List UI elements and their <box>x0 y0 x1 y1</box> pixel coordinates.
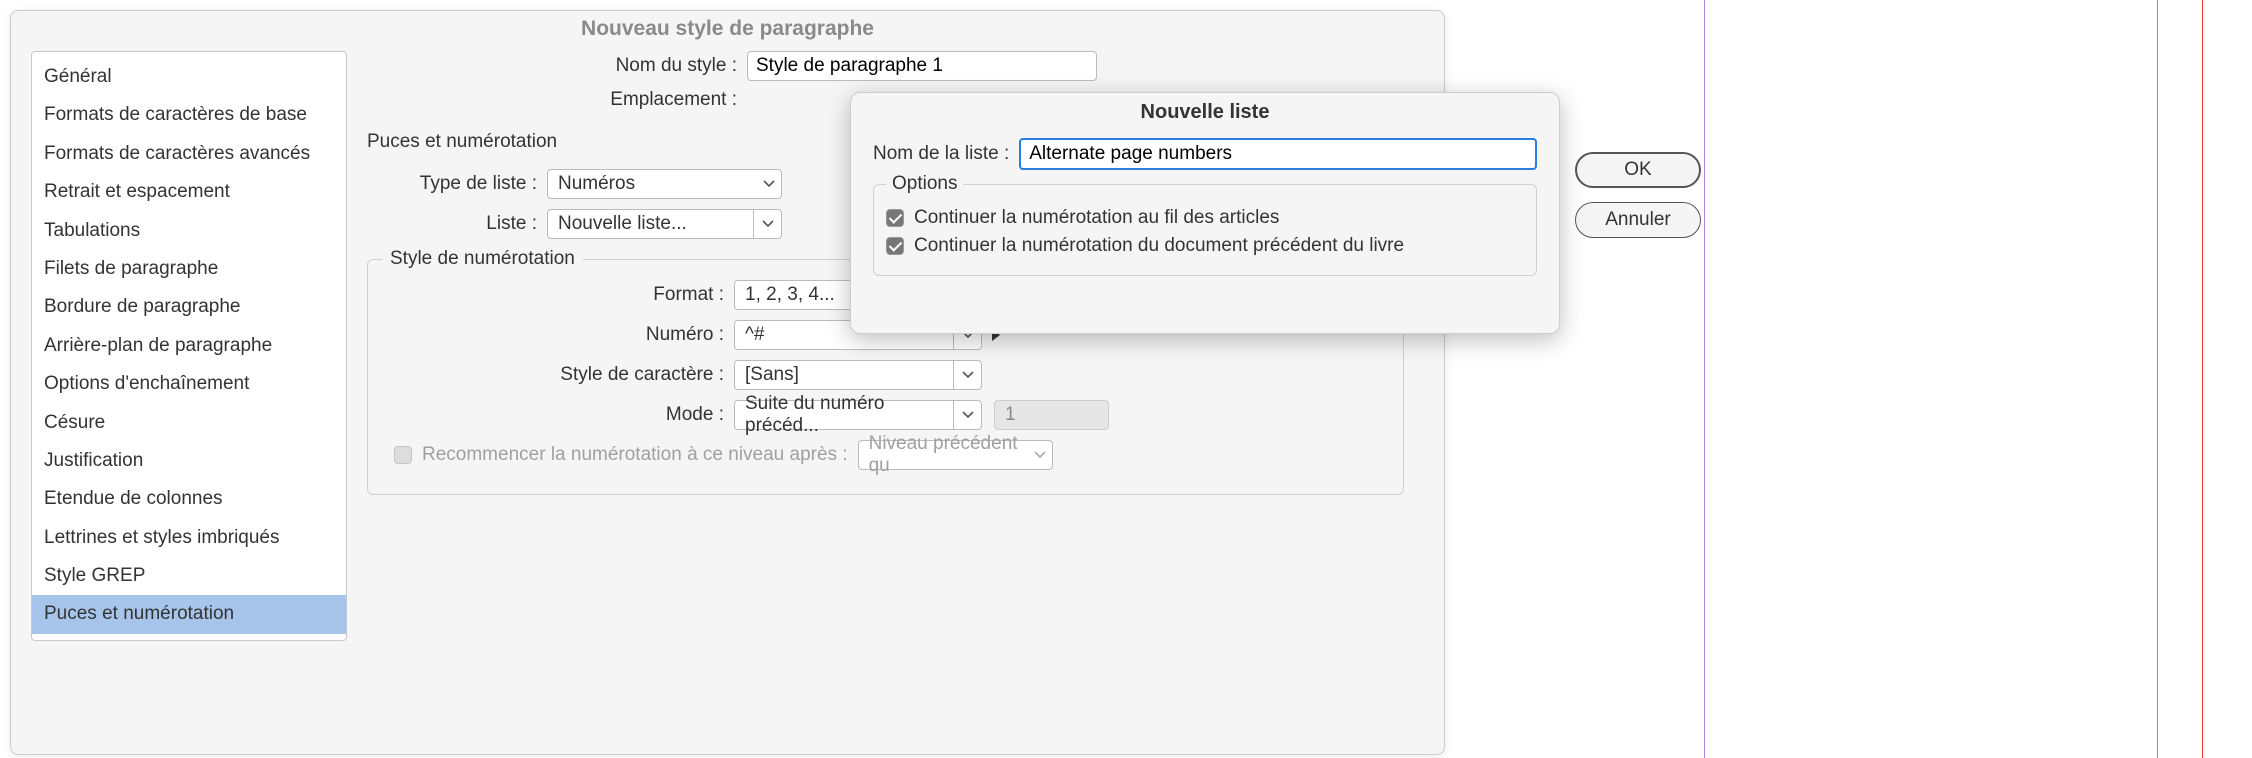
sidebar-item-paragraph-border[interactable]: Bordure de paragraphe <box>32 288 346 326</box>
sidebar-item-indents-spacing[interactable]: Retrait et espacement <box>32 173 346 211</box>
sidebar-item-span-columns[interactable]: Etendue de colonnes <box>32 480 346 518</box>
sidebar-item-paragraph-rules[interactable]: Filets de paragraphe <box>32 250 346 288</box>
guide-line <box>1704 0 1705 758</box>
cancel-button[interactable]: Annuler <box>1575 202 1701 238</box>
list-name-label: Nom de la liste : <box>873 143 1019 165</box>
chevron-down-icon <box>753 210 781 238</box>
bleed-line <box>2202 0 2203 758</box>
list-value: Nouvelle liste... <box>548 213 753 235</box>
sidebar-item-drop-caps[interactable]: Lettrines et styles imbriqués <box>32 519 346 557</box>
mode-label: Mode : <box>382 404 734 426</box>
sidebar-item-hyphenation[interactable]: Césure <box>32 404 346 442</box>
options-legend: Options <box>886 173 963 195</box>
continue-across-stories-checkbox[interactable] <box>886 209 904 227</box>
continue-from-prev-doc-label: Continuer la numérotation du document pr… <box>914 235 1404 257</box>
format-label: Format : <box>382 284 734 306</box>
mode-value: Suite du numéro précéd... <box>735 393 953 437</box>
sidebar-item-grep-style[interactable]: Style GREP <box>32 557 346 595</box>
document-background <box>1662 0 2252 758</box>
style-name-input[interactable] <box>747 51 1097 81</box>
chevron-down-icon <box>953 361 981 389</box>
dialog-title: Nouveau style de paragraphe <box>11 11 1444 51</box>
format-value: 1, 2, 3, 4... <box>745 284 835 306</box>
char-style-dropdown[interactable]: [Sans] <box>734 360 982 390</box>
char-style-value: [Sans] <box>735 364 953 386</box>
options-fieldset: Options Continuer la numérotation au fil… <box>873 184 1537 276</box>
mode-dropdown[interactable]: Suite du numéro précéd... <box>734 400 982 430</box>
chevron-down-icon <box>953 401 981 429</box>
restart-numbering-checkbox <box>394 446 412 464</box>
restart-numbering-label: Recommencer la numérotation à ce niveau … <box>422 444 858 466</box>
sidebar-item-paragraph-shading[interactable]: Arrière-plan de paragraphe <box>32 327 346 365</box>
style-name-label: Nom du style : <box>367 55 747 77</box>
restart-level-value: Niveau précédent qu <box>869 433 1026 477</box>
sidebar-item-keep-options[interactable]: Options d'enchaînement <box>32 365 346 403</box>
new-list-dialog: Nouvelle liste Nom de la liste : Options… <box>850 92 1560 334</box>
ok-button[interactable]: OK <box>1575 152 1701 188</box>
list-type-value: Numéros <box>558 173 635 195</box>
number-label: Numéro : <box>382 324 734 346</box>
list-dropdown[interactable]: Nouvelle liste... <box>547 209 782 239</box>
list-label: Liste : <box>367 213 547 235</box>
char-style-label: Style de caractère : <box>382 364 734 386</box>
sidebar-item-general[interactable]: Général <box>32 58 346 96</box>
category-sidebar: Général Formats de caractères de base Fo… <box>31 51 347 641</box>
sidebar-item-justification[interactable]: Justification <box>32 442 346 480</box>
sidebar-item-basic-char-formats[interactable]: Formats de caractères de base <box>32 96 346 134</box>
new-list-title: Nouvelle liste <box>851 93 1559 138</box>
sidebar-item-tabs[interactable]: Tabulations <box>32 212 346 250</box>
chevron-down-icon <box>1026 451 1046 459</box>
numbering-style-legend: Style de numérotation <box>382 248 583 270</box>
continue-from-prev-doc-checkbox[interactable] <box>886 237 904 255</box>
chevron-down-icon <box>755 180 775 188</box>
guide-line <box>2157 0 2158 758</box>
location-label: Emplacement : <box>367 89 747 111</box>
list-type-dropdown[interactable]: Numéros <box>547 169 782 199</box>
restart-level-dropdown: Niveau précédent qu <box>858 440 1053 470</box>
start-at-input: 1 <box>994 400 1109 430</box>
dialog-button-column: OK Annuler <box>1575 152 1701 252</box>
sidebar-item-adv-char-formats[interactable]: Formats de caractères avancés <box>32 135 346 173</box>
list-type-label: Type de liste : <box>367 173 547 195</box>
sidebar-item-bullets-numbering[interactable]: Puces et numérotation <box>32 595 346 633</box>
list-name-input[interactable] <box>1019 138 1537 170</box>
continue-across-stories-label: Continuer la numérotation au fil des art… <box>914 207 1279 229</box>
